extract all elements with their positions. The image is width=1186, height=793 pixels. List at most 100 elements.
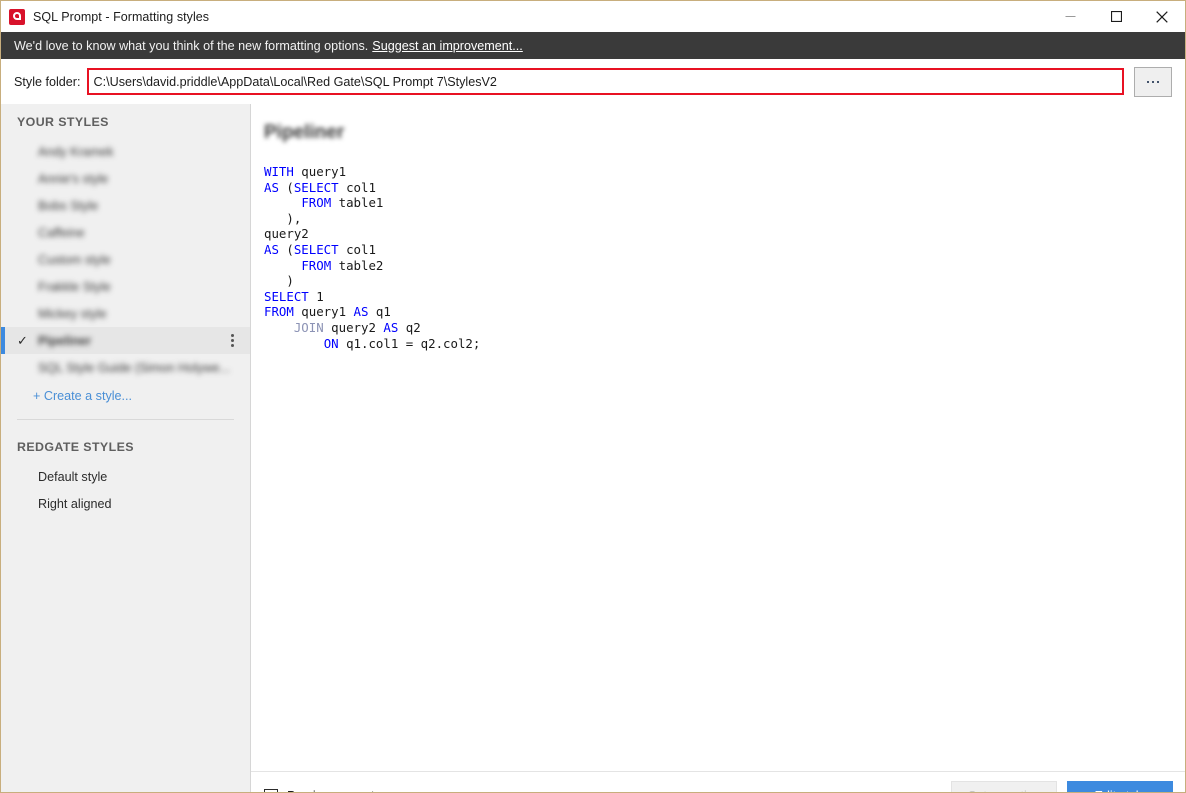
style-item-your-7[interactable]: ✓ Pipeliner bbox=[1, 327, 250, 354]
sql-token: AS bbox=[383, 319, 399, 335]
sql-token: AS bbox=[353, 304, 369, 320]
kebab-dot-0 bbox=[231, 334, 234, 337]
style-item-label: Caffeine bbox=[38, 225, 85, 240]
style-item-label: Annie's style bbox=[38, 171, 109, 186]
sql-token: col1 bbox=[338, 179, 376, 195]
minimize-icon[interactable] bbox=[1047, 1, 1093, 32]
sql-token: FROM bbox=[301, 257, 332, 273]
style-item-your-0[interactable]: Andy Kramek bbox=[1, 138, 250, 165]
ellipsis-dot-2 bbox=[1152, 80, 1154, 83]
sql-token: SELECT bbox=[293, 179, 339, 195]
formatting-styles-window: SQL Prompt - Formatting styles We'd love… bbox=[0, 0, 1186, 793]
set-as-active-button[interactable]: Set as active bbox=[951, 780, 1057, 792]
selection-indicator bbox=[1, 327, 5, 354]
feedback-banner: We'd love to know what you think of the … bbox=[1, 32, 1185, 59]
sql-token: query1 bbox=[293, 304, 354, 320]
sql-line-3: ), bbox=[264, 211, 1185, 227]
style-item-label: Pipeliner bbox=[38, 333, 92, 348]
style-item-redgate-0[interactable]: Default style bbox=[1, 463, 250, 490]
style-item-your-6[interactable]: Mickey style bbox=[1, 300, 250, 327]
sql-token: ON bbox=[323, 335, 339, 351]
style-item-label: Default style bbox=[38, 469, 108, 484]
style-item-your-8[interactable]: SQL Style Guide (Simon Holywe... bbox=[1, 354, 250, 381]
style-item-label: Right aligned bbox=[38, 496, 112, 511]
ellipsis-dot-3 bbox=[1157, 80, 1159, 83]
sql-token: FROM bbox=[264, 304, 294, 320]
sql-token: FROM bbox=[301, 195, 332, 211]
main-content: YOUR STYLES Andy Kramek Annie's style Bobs… bbox=[1, 104, 1185, 793]
style-item-your-2[interactable]: Bobs Style bbox=[1, 192, 250, 219]
preview-area: Pipeliner WITH query1 AS (SELECT col1 FRO… bbox=[251, 104, 1185, 771]
sql-line-5: AS (SELECT col1 bbox=[264, 242, 1185, 258]
style-item-label: SQL Style Guide (Simon Holywe... bbox=[38, 360, 231, 375]
style-item-your-3[interactable]: Caffeine bbox=[1, 219, 250, 246]
checkbox-box bbox=[264, 788, 278, 792]
check-icon: ✓ bbox=[17, 333, 28, 348]
sql-token: query2 bbox=[323, 319, 384, 335]
your-styles-list: Andy Kramek Annie's style Bobs Style Caffei… bbox=[1, 138, 250, 381]
sql-line-8: SELECT 1 bbox=[264, 289, 1185, 305]
sql-token: WITH bbox=[264, 164, 294, 179]
kebab-dot-1 bbox=[231, 339, 234, 342]
window-controls bbox=[1047, 1, 1185, 32]
close-icon[interactable] bbox=[1139, 1, 1185, 32]
preview-style-title: Pipeliner bbox=[264, 122, 345, 143]
maximize-icon[interactable] bbox=[1093, 1, 1139, 32]
preview-current-query-label: Preview current query bbox=[287, 789, 410, 793]
style-item-redgate-1[interactable]: Right aligned bbox=[1, 490, 250, 517]
sql-token: q1.col1 = q2.col2; bbox=[338, 335, 481, 351]
styles-sidebar: YOUR STYLES Andy Kramek Annie's style Bobs… bbox=[1, 104, 251, 792]
banner-text: We'd love to know what you think of the … bbox=[14, 38, 369, 53]
sql-line-4: query2 bbox=[264, 226, 1185, 242]
sql-line-7: ) bbox=[264, 273, 1185, 289]
sql-preview-code: WITH query1 AS (SELECT col1 FROM table1 )… bbox=[264, 164, 1185, 351]
style-item-your-1[interactable]: Annie's style bbox=[1, 165, 250, 192]
style-folder-input[interactable] bbox=[86, 68, 1124, 95]
sql-token: 1 bbox=[308, 288, 324, 304]
style-item-your-4[interactable]: Custom style bbox=[1, 246, 250, 273]
sql-token: ( bbox=[278, 241, 294, 257]
style-folder-row: Style folder: bbox=[1, 59, 1185, 104]
style-item-label: Bobs Style bbox=[38, 198, 99, 213]
suggest-improvement-link[interactable]: Suggest an improvement... bbox=[372, 39, 523, 53]
kebab-dot-2 bbox=[231, 344, 234, 347]
style-item-label: Mickey style bbox=[38, 306, 107, 321]
sql-token: SELECT bbox=[293, 241, 339, 257]
sql-token: ), bbox=[264, 210, 302, 226]
style-item-label: Frakkle Style bbox=[38, 279, 111, 294]
sql-line-2: FROM table1 bbox=[264, 195, 1185, 211]
your-styles-heading: YOUR STYLES bbox=[17, 115, 109, 129]
sql-line-10: JOIN query2 AS q2 bbox=[264, 320, 1185, 336]
sql-line-11: ON q1.col1 = q2.col2; bbox=[264, 336, 1185, 352]
sql-token: table2 bbox=[331, 257, 384, 273]
sql-line-9: FROM query1 AS q1 bbox=[264, 304, 1185, 320]
create-style-link[interactable]: + Create a style... bbox=[1, 381, 250, 411]
sql-line-6: FROM table2 bbox=[264, 258, 1185, 274]
sql-token: query1 bbox=[293, 164, 347, 179]
edit-style-button[interactable]: Edit style bbox=[1067, 780, 1173, 792]
title-bar: SQL Prompt - Formatting styles bbox=[1, 1, 1185, 32]
sql-line-1: AS (SELECT col1 bbox=[264, 180, 1185, 196]
ellipsis-dot-1 bbox=[1147, 80, 1149, 83]
style-options-menu[interactable] bbox=[231, 334, 234, 347]
sql-token: ( bbox=[278, 179, 294, 195]
footer-buttons: Set as active Edit style bbox=[951, 780, 1173, 792]
sql-line-0: WITH query1 bbox=[264, 164, 1185, 180]
sql-token: JOIN bbox=[293, 319, 324, 335]
sql-token: SELECT bbox=[264, 288, 309, 304]
redgate-styles-list: Default style Right aligned bbox=[1, 463, 250, 517]
footer-bar: Preview current query Set as active Edit… bbox=[251, 771, 1185, 793]
preview-current-query-checkbox[interactable]: Preview current query bbox=[264, 788, 410, 793]
sidebar-divider bbox=[17, 419, 234, 420]
redgate-sql-prompt-icon bbox=[9, 8, 25, 25]
style-item-your-5[interactable]: Frakkle Style bbox=[1, 273, 250, 300]
browse-folder-button[interactable] bbox=[1134, 66, 1172, 97]
sql-token: AS bbox=[264, 179, 279, 195]
sql-token: col1 bbox=[338, 241, 376, 257]
sql-token: ) bbox=[264, 273, 294, 289]
sql-token: AS bbox=[264, 241, 279, 257]
sql-token: table1 bbox=[331, 195, 384, 211]
